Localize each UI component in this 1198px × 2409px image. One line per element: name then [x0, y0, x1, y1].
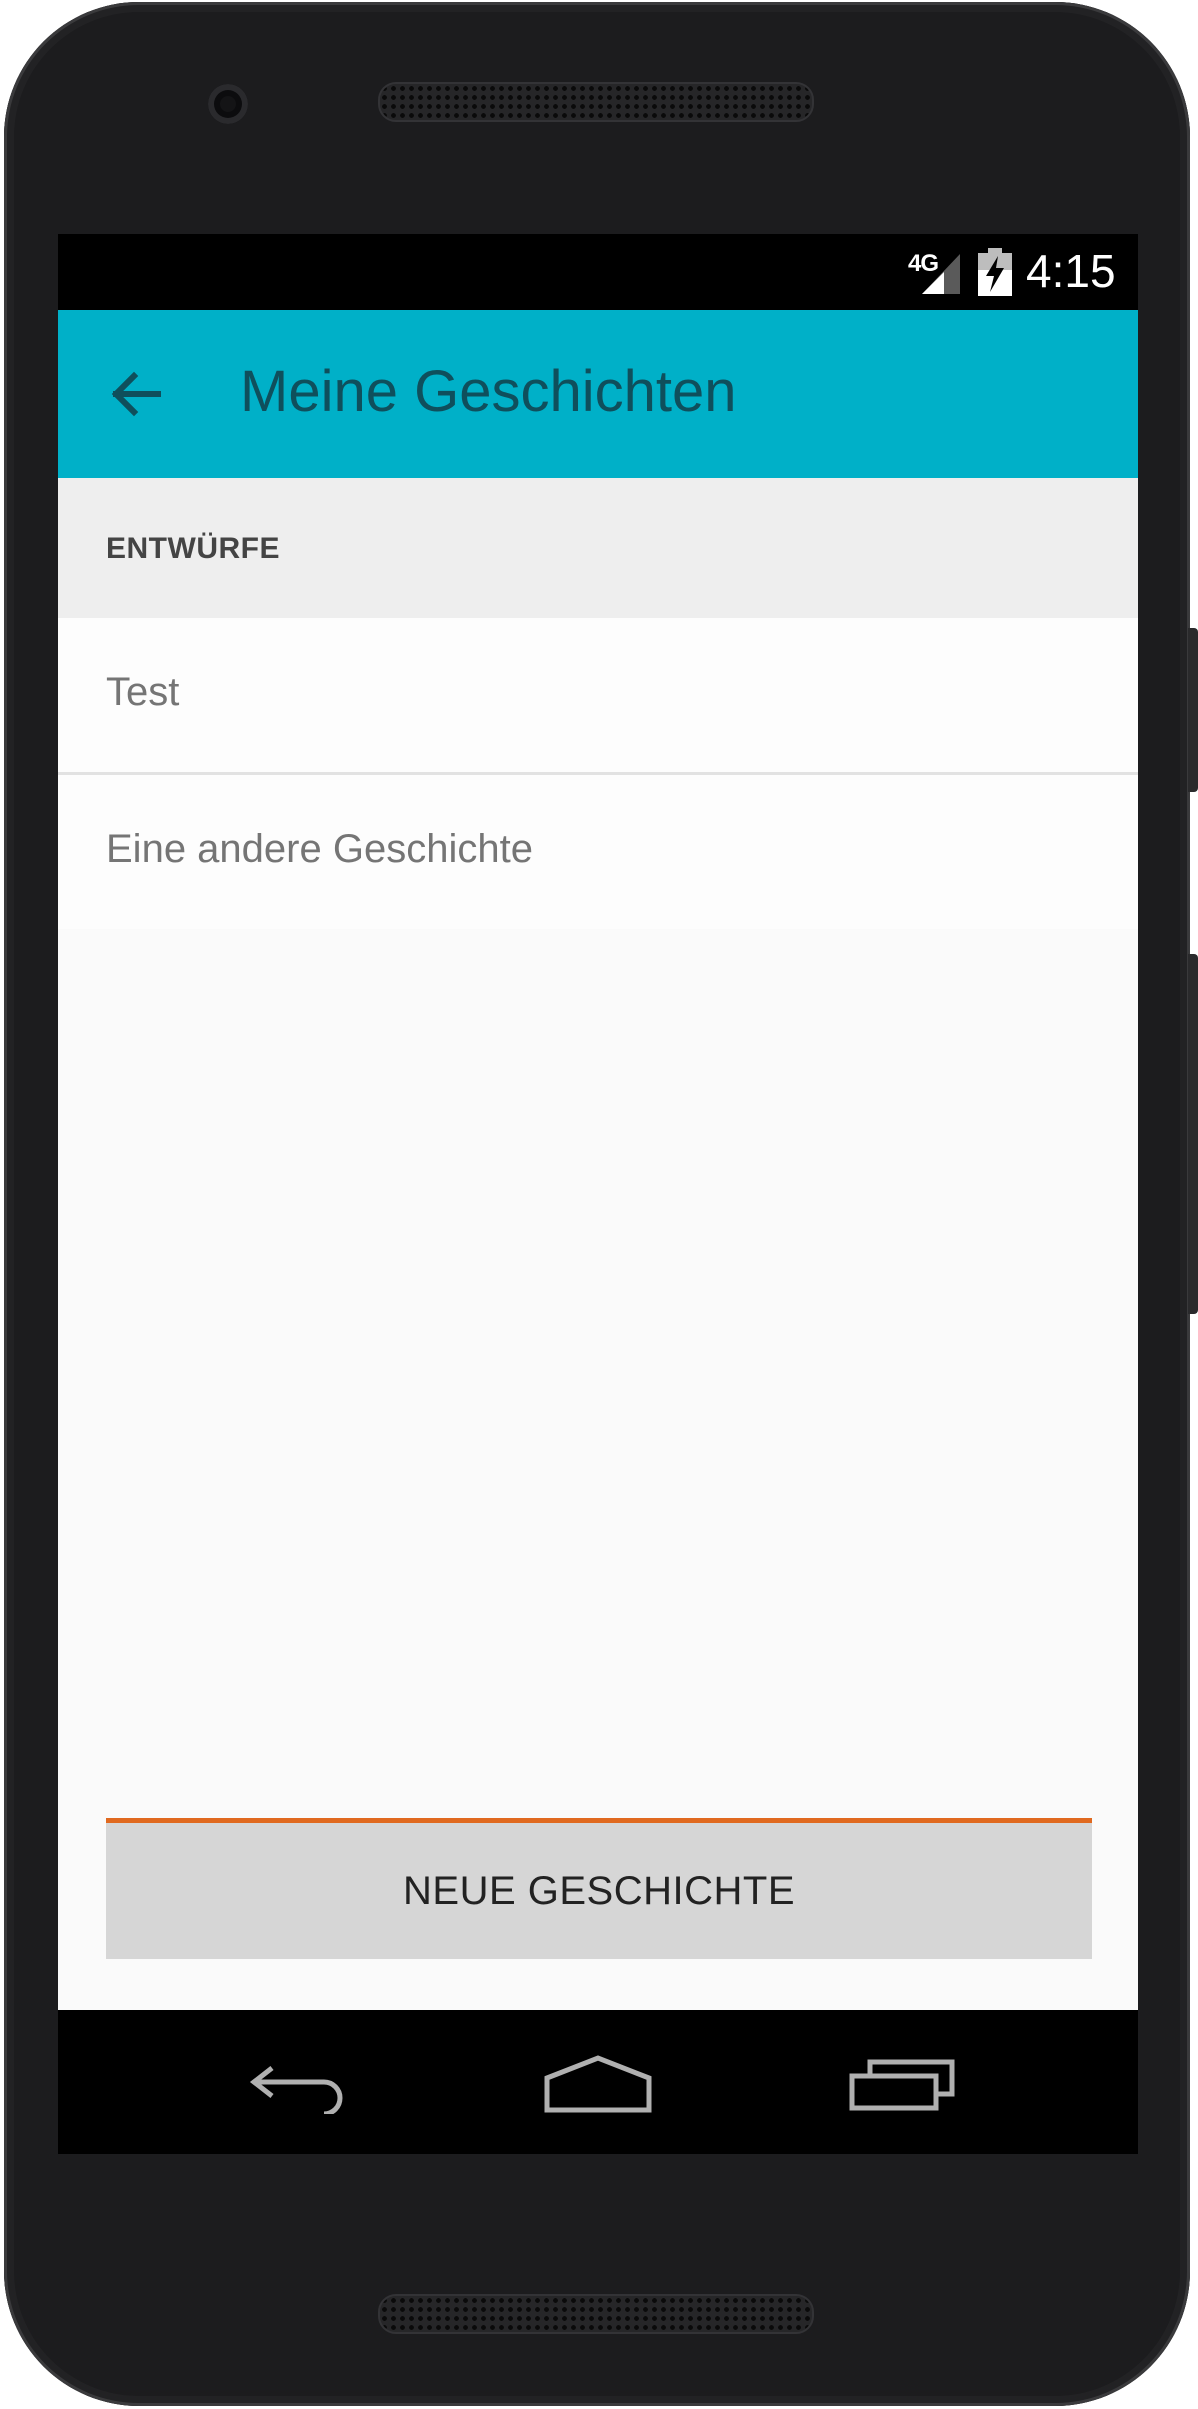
volume-button	[1188, 954, 1198, 1314]
draft-title: Eine andere Geschichte	[106, 827, 533, 871]
battery-charging-icon	[978, 248, 1012, 296]
screen: 4G 4:15 Meine Geschichten ENTWÜRFE Test	[58, 234, 1138, 2154]
front-camera	[208, 84, 248, 124]
section-header-label: ENTWÜRFE	[106, 532, 280, 565]
section-header-drafts: ENTWÜRFE	[58, 478, 1138, 618]
draft-title: Test	[106, 670, 180, 714]
navigation-bar	[58, 2010, 1138, 2154]
power-button	[1188, 628, 1198, 792]
app-bar: Meine Geschichten	[58, 310, 1138, 478]
network-type: 4G	[908, 250, 939, 277]
list-item[interactable]: Test	[58, 618, 1138, 775]
clock: 4:15	[1026, 245, 1116, 297]
nav-back-icon[interactable]	[244, 2050, 354, 2114]
new-story-button[interactable]: NEUE GESCHICHTE	[106, 1818, 1092, 1959]
drafts-list: Test Eine andere Geschichte	[58, 618, 1138, 929]
list-item[interactable]: Eine andere Geschichte	[58, 775, 1138, 929]
arrow-back-icon[interactable]	[106, 364, 166, 424]
bottom-speaker	[378, 2294, 814, 2334]
earpiece-speaker	[378, 82, 814, 122]
status-bar: 4G 4:15	[58, 234, 1138, 310]
page-title: Meine Geschichten	[240, 359, 737, 424]
nav-home-icon[interactable]	[543, 2050, 653, 2114]
nav-recents-icon[interactable]	[848, 2050, 958, 2114]
phone-frame: 4G 4:15 Meine Geschichten ENTWÜRFE Test	[4, 2, 1198, 2406]
